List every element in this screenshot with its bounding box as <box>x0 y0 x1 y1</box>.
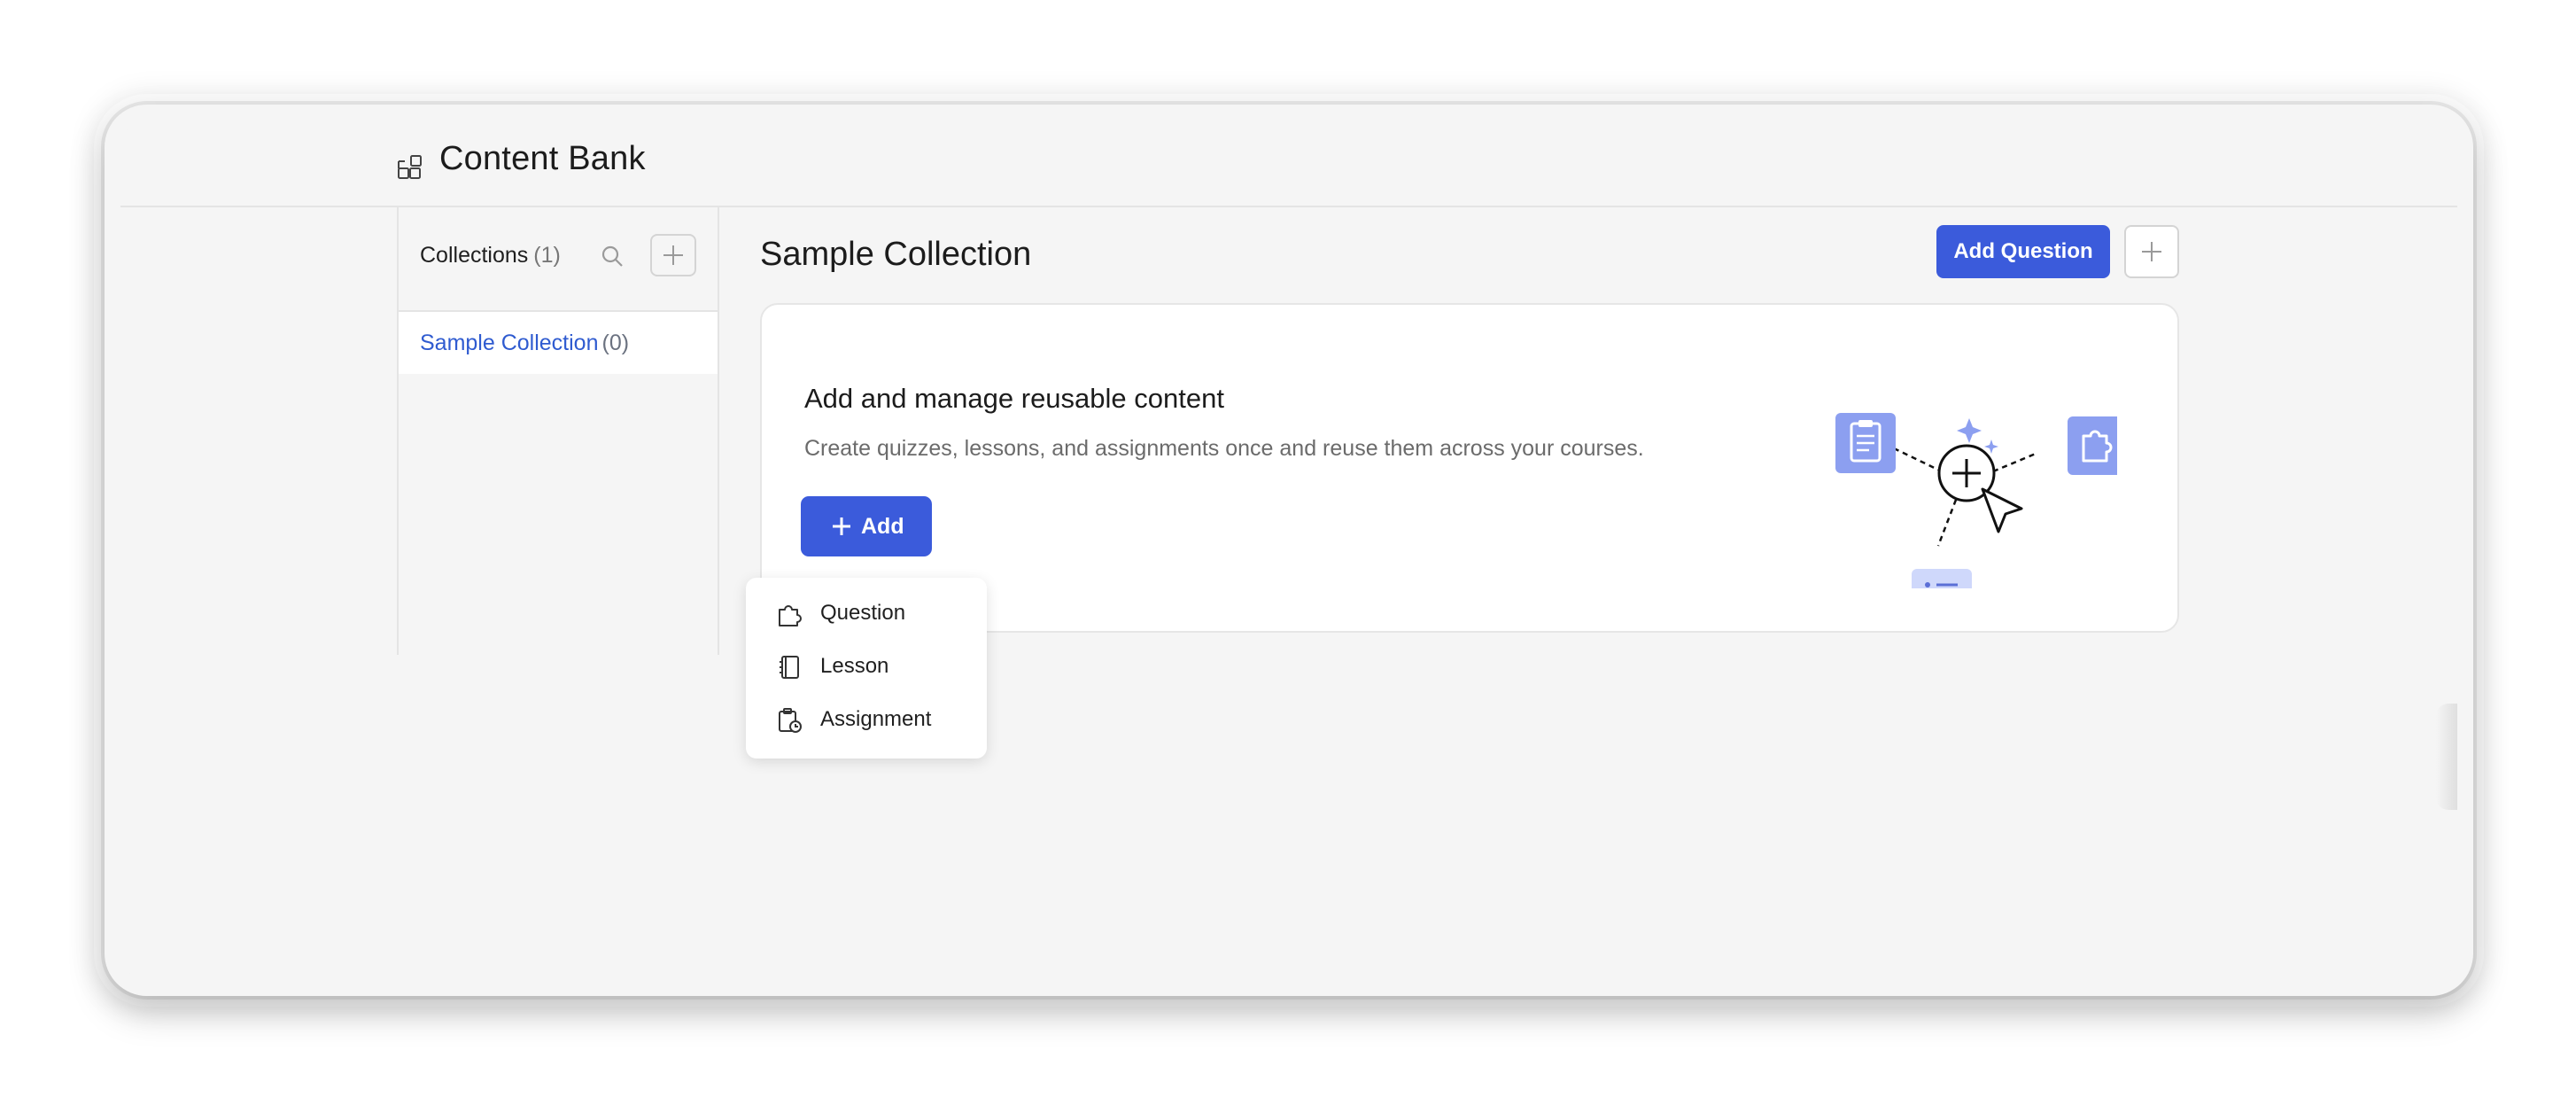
collections-heading: Collections (1) <box>420 243 561 268</box>
menu-item-label: Lesson <box>820 654 889 678</box>
plus-icon <box>663 245 683 265</box>
add-collection-button[interactable] <box>650 234 696 276</box>
notebook-icon <box>780 656 799 679</box>
sidebar-header: Collections (1) <box>399 207 718 312</box>
menu-item-lesson[interactable]: Lesson <box>746 640 987 693</box>
scroll-edge-indicator <box>2436 704 2457 810</box>
menu-item-label: Question <box>820 601 906 625</box>
list-tile-icon <box>1912 569 1972 588</box>
sidebar-item-sample-collection[interactable]: Sample Collection (0) <box>399 312 718 374</box>
device-frame: Content Bank Collections (1) Sample Coll… <box>105 105 2473 996</box>
content-illustration <box>1835 413 2117 588</box>
cursor-icon <box>1981 487 2023 533</box>
page-title: Content Bank <box>439 140 646 177</box>
collection-title: Sample Collection <box>760 236 1032 273</box>
empty-state-heading: Add and manage reusable content <box>804 383 1224 414</box>
boxes-icon <box>398 155 422 179</box>
clipboard-icon <box>1835 413 1896 473</box>
add-button-label: Add <box>861 514 904 539</box>
top-bar: Content Bank <box>120 119 2457 207</box>
app-screen: Content Bank Collections (1) Sample Coll… <box>120 119 2457 982</box>
collections-sidebar: Collections (1) Sample Collection (0) <box>397 207 719 655</box>
clipboard-clock-icon <box>779 708 802 733</box>
collection-count: (0) <box>601 331 630 355</box>
collections-count: (1) <box>533 243 561 268</box>
puzzle-tile-icon <box>2068 416 2117 475</box>
collections-label: Collections <box>420 243 529 268</box>
plus-icon <box>833 517 850 535</box>
menu-item-question[interactable]: Question <box>746 587 987 640</box>
add-content-menu: Question Lesson Assignment <box>746 578 987 759</box>
menu-item-label: Assignment <box>820 707 932 731</box>
add-question-button[interactable]: Add Question <box>1936 225 2110 278</box>
search-icon[interactable] <box>599 243 625 269</box>
add-more-button[interactable] <box>2124 225 2179 278</box>
plus-icon <box>2142 242 2161 261</box>
puzzle-icon <box>779 605 802 626</box>
empty-state-description: Create quizzes, lessons, and assignments… <box>804 436 1644 461</box>
add-content-button[interactable]: Add <box>801 496 932 556</box>
collection-name: Sample Collection <box>420 331 599 355</box>
menu-item-assignment[interactable]: Assignment <box>746 693 987 746</box>
